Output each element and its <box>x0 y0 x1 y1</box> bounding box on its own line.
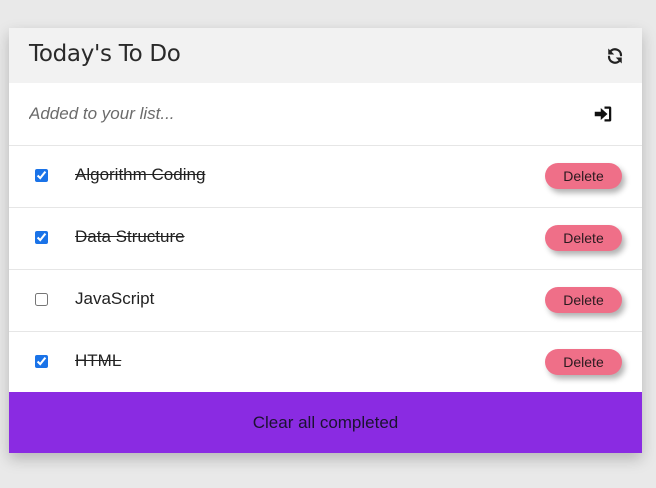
clear-completed-button[interactable]: Clear all completed <box>9 392 642 453</box>
add-item-row <box>9 83 642 146</box>
delete-button[interactable]: Delete <box>545 287 622 313</box>
todo-item: HTML Delete <box>9 332 642 394</box>
delete-button[interactable]: Delete <box>545 163 622 189</box>
todo-checkbox[interactable] <box>35 231 48 244</box>
delete-button[interactable]: Delete <box>545 349 622 375</box>
todo-checkbox[interactable] <box>35 293 48 306</box>
todo-item-label: Algorithm Coding <box>75 165 206 184</box>
add-item-input[interactable] <box>29 83 549 145</box>
todo-item-label: JavaScript <box>75 289 155 308</box>
todo-list: Algorithm Coding Delete Data Structure D… <box>9 146 642 394</box>
todo-item-label: HTML <box>75 351 122 370</box>
page-title: Today's To Do <box>29 41 181 67</box>
todo-card: Today's To Do Algorithm Coding Delete Da… <box>9 28 642 453</box>
card-header: Today's To Do <box>9 28 642 83</box>
todo-item: Data Structure Delete <box>9 208 642 270</box>
sign-in-icon[interactable] <box>594 105 612 123</box>
refresh-icon[interactable] <box>606 47 624 65</box>
todo-item: Algorithm Coding Delete <box>9 146 642 208</box>
todo-checkbox[interactable] <box>35 169 48 182</box>
delete-button[interactable]: Delete <box>545 225 622 251</box>
todo-checkbox[interactable] <box>35 355 48 368</box>
todo-item-label: Data Structure <box>75 227 185 246</box>
todo-item: JavaScript Delete <box>9 270 642 332</box>
